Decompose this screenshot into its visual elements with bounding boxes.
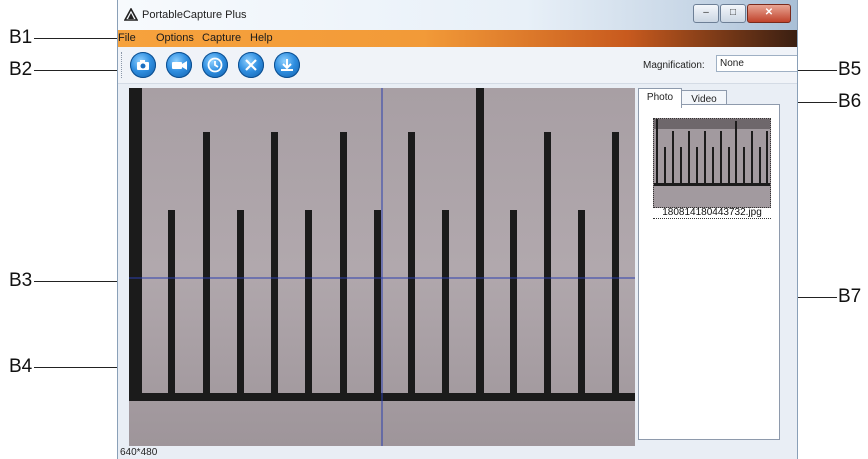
title-bar[interactable]: PortableCapture Plus – □ ✕ [118, 0, 797, 30]
video-record-icon[interactable] [166, 52, 192, 78]
fullscreen-icon[interactable] [238, 52, 264, 78]
callout-b2: B2 [9, 59, 33, 80]
thumbnail-image [654, 119, 770, 207]
camera-snapshot-icon[interactable] [130, 52, 156, 78]
camera-view[interactable] [129, 88, 635, 446]
ruler-image [129, 88, 635, 446]
tab-photo[interactable]: Photo [638, 88, 682, 108]
magnification-field[interactable]: None [716, 55, 797, 72]
app-logo-icon [124, 8, 138, 21]
resolution-status: 640*480 [120, 447, 158, 458]
callout-b3: B3 [9, 270, 33, 291]
thumbnail-filename: 180814180443732.jpg [653, 207, 771, 219]
window-title: PortableCapture Plus [142, 9, 247, 21]
callout-b2-leader [34, 70, 124, 71]
timer-icon[interactable] [202, 52, 228, 78]
callout-b6: B6 [838, 91, 862, 112]
magnification-label: Magnification: [643, 60, 705, 71]
callout-b5: B5 [838, 59, 862, 80]
app-window: PortableCapture Plus – □ ✕ File Options … [117, 0, 798, 459]
menu-help[interactable]: Help [250, 32, 273, 44]
callout-b7: B7 [838, 286, 862, 307]
menu-capture[interactable]: Capture [202, 32, 241, 44]
callout-b1: B1 [9, 27, 33, 48]
menu-bar: File Options Capture Help [118, 30, 797, 47]
callout-b1-leader [34, 38, 124, 39]
callout-b4: B4 [9, 356, 33, 377]
download-icon[interactable] [274, 52, 300, 78]
toolbar-grip[interactable] [121, 52, 125, 78]
close-button[interactable]: ✕ [747, 4, 791, 23]
minimize-button[interactable]: – [693, 4, 719, 23]
maximize-button[interactable]: □ [720, 4, 746, 23]
gallery-thumbnail[interactable] [653, 118, 771, 208]
menu-file[interactable]: File [118, 32, 136, 44]
menu-options[interactable]: Options [156, 32, 194, 44]
